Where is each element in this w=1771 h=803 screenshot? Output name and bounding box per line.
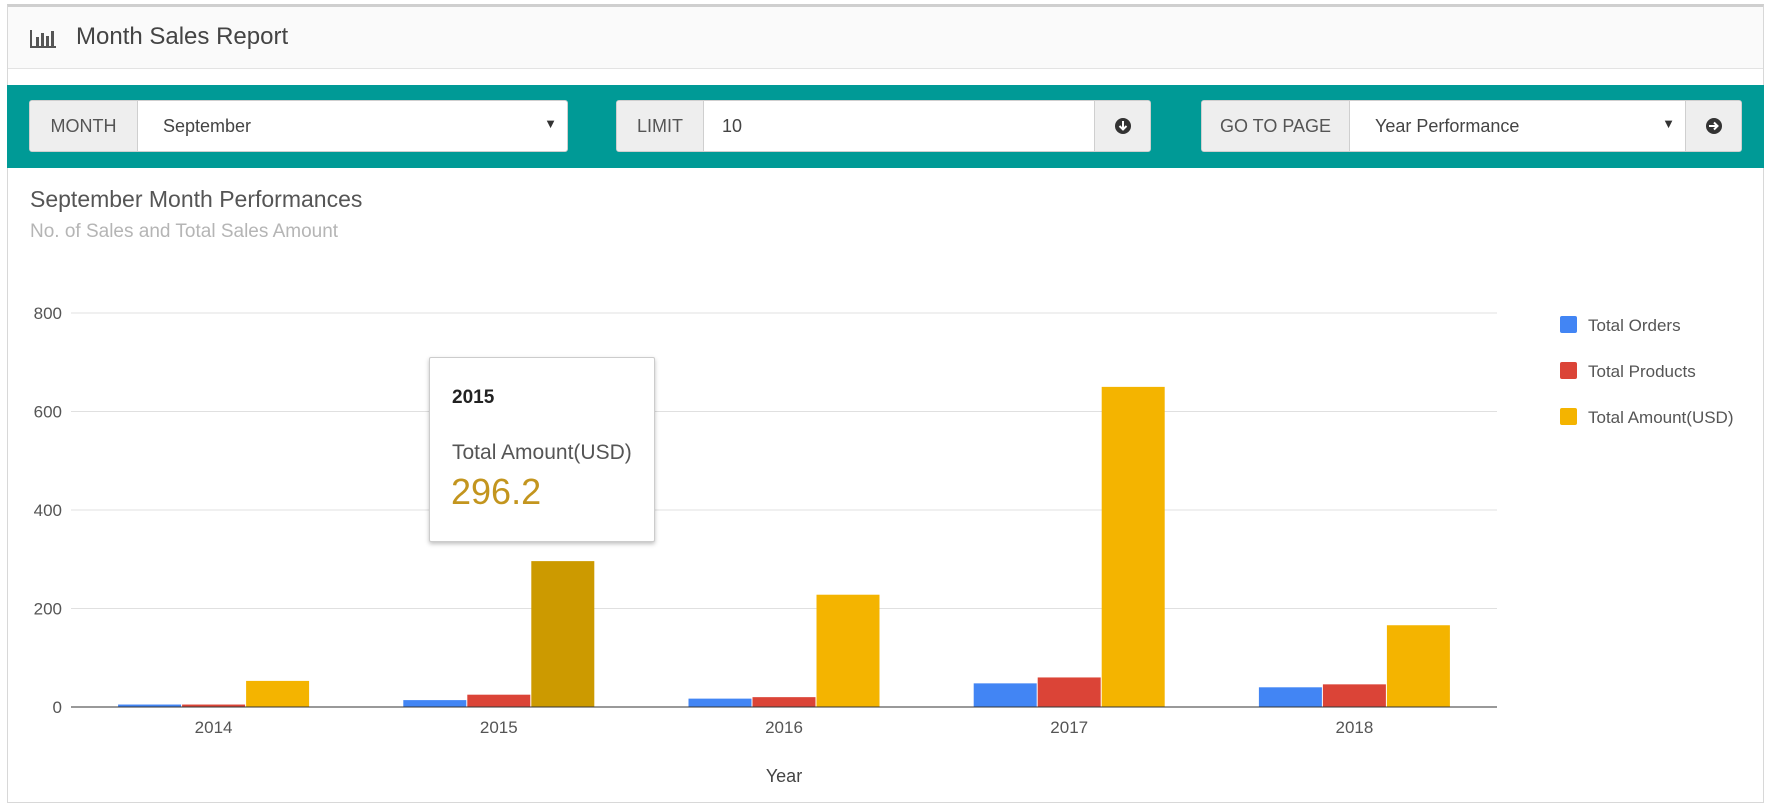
- chart-tooltip: 2015 Total Amount(USD) 296.2: [429, 357, 655, 542]
- legend-swatch: [1560, 362, 1577, 379]
- bar: [1037, 677, 1101, 707]
- bar: [246, 680, 310, 707]
- y-tick-label: 800: [34, 304, 62, 323]
- bar: [531, 561, 595, 707]
- tooltip-year: 2015: [452, 387, 495, 408]
- bar: [1386, 625, 1450, 707]
- legend-swatch: [1560, 316, 1577, 333]
- legend-label: Total Orders: [1588, 316, 1681, 335]
- y-tick-label: 0: [53, 698, 62, 717]
- bar: [1258, 687, 1322, 707]
- y-tick-label: 200: [34, 600, 62, 619]
- x-tick-label: 2016: [765, 718, 803, 737]
- legend-swatch: [1560, 408, 1577, 425]
- bar: [816, 594, 880, 707]
- y-tick-label: 600: [34, 403, 62, 422]
- x-tick-label: 2017: [1050, 718, 1088, 737]
- bar: [688, 698, 752, 707]
- tooltip-label: Total Amount(USD): [452, 441, 632, 464]
- bar: [403, 700, 467, 707]
- bar: [752, 697, 816, 707]
- tooltip-value: 296.2: [451, 471, 542, 512]
- sales-bar-chart: 0 200 400 600 800 2014 2015 2016 2017 2018 Year Tot…: [34, 304, 1734, 786]
- bar: [1322, 684, 1386, 707]
- bar: [467, 694, 531, 707]
- legend-label: Total Products: [1588, 362, 1696, 381]
- bar: [1101, 386, 1165, 707]
- bar: [973, 683, 1037, 707]
- x-axis-label: Year: [766, 766, 802, 786]
- x-tick-label: 2015: [480, 718, 518, 737]
- x-tick-label: 2014: [195, 718, 233, 737]
- y-tick-label: 400: [34, 501, 62, 520]
- legend-label: Total Amount(USD): [1588, 408, 1734, 427]
- x-tick-label: 2018: [1335, 718, 1373, 737]
